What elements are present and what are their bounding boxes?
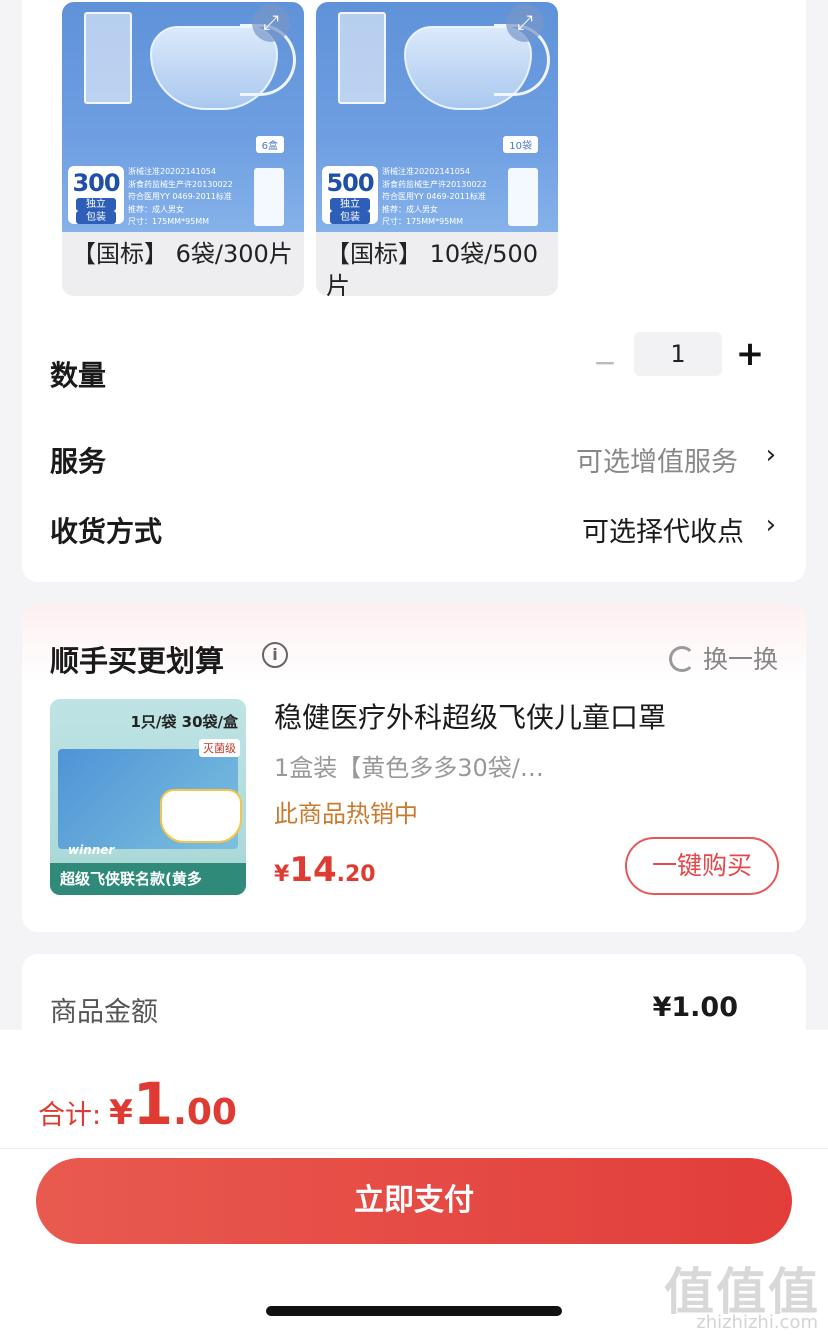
home-indicator[interactable] [266,1306,562,1316]
total-decimal: .00 [173,1092,237,1133]
variant-thumbnail: ⤢ 10袋 500 独立 包装 浙械注准20202141054 浙食药监械生产许… [316,2,558,232]
info-line: 尺寸：175MM*95MM [128,217,210,226]
badge-sub-1: 独立 [76,198,116,211]
info-line: 尺寸：175MM*95MM [382,217,464,226]
total-label: 合计: [38,1100,102,1131]
package-illustration [84,12,132,104]
service-label: 服务 [50,445,107,478]
price-decimal: .20 [336,862,376,887]
quantity-label: 数量 [50,359,107,392]
quantity-input[interactable]: 1 [634,332,722,376]
goods-amount-label: 商品金额 [50,997,158,1028]
refresh-icon [668,646,695,672]
badge-number: 500 [326,169,374,197]
info-line: 浙械注准20202141054 [128,167,216,176]
watermark-url: zhizhizhi.com [696,1312,818,1333]
variant-label: 【国标】 6袋/300片 [72,240,293,268]
total-integer: 1 [132,1070,174,1138]
package-illustration [338,12,386,104]
product-price: ¥14.20 [274,850,376,890]
variant-label: 【国标】 10袋/500片 [326,240,539,296]
count-tag: 10袋 [503,136,538,153]
delivery-label: 收货方式 [50,515,163,548]
product-info-text: 浙械注准20202141054 浙食药监械生产许20130022 符合医用YY … [128,166,250,229]
badge-sub-2: 包装 [330,211,370,224]
product-name[interactable]: 稳健医疗外科超级飞侠儿童口罩 [274,696,666,736]
product-info-text: 浙械注准20202141054 浙食药监械生产许20130022 符合医用YY … [382,166,504,229]
image-top-text: 1只/袋 30袋/盒 [130,713,239,731]
quantity-increment-button[interactable]: + [734,337,766,371]
checkout-bar: 合计: ¥1.00 立即支付 值值值 zhizhizhi.com [0,1030,828,1335]
goods-amount-value: ¥1.00 [652,992,738,1023]
refresh-button[interactable]: 换一换 [668,640,778,676]
price-currency: ¥ [274,862,290,887]
spec-card: ⤢ 6盒 300 独立 包装 浙械注准20202141054 浙食药监械生产许2… [22,0,806,582]
product-description: 1盒装【黄色多多30袋/… [274,754,544,782]
variant-thumbnail: ⤢ 6盒 300 独立 包装 浙械注准20202141054 浙食药监械生产许2… [62,2,304,232]
count-tag: 6盒 [255,136,284,153]
info-line: 符合医用YY 0469-2011标准 [128,192,232,201]
info-line: 浙食药监械生产许20130022 [128,179,233,189]
expand-icon[interactable]: ⤢ [506,4,544,42]
total-currency: ¥ [109,1093,133,1133]
image-brand: winner [68,843,115,857]
info-line: 浙械注准20202141054 [382,167,470,176]
delivery-value: 可选择代收点 [582,517,744,548]
product-hot-label: 此商品热销中 [274,800,418,828]
upsell-card: 顺手买更划算 i 换一换 1只/袋 30袋/盒 灭菌级 winner 超级飞侠联… [22,604,806,932]
quantity-decrement-button[interactable]: − [590,348,620,378]
quantity-badge: 500 独立 包装 [322,166,378,224]
info-line: 符合医用YY 0469-2011标准 [382,192,486,201]
expand-icon[interactable]: ⤢ [252,4,290,42]
variant-option-500[interactable]: ⤢ 10袋 500 独立 包装 浙械注准20202141054 浙食药监械生产许… [316,2,558,296]
image-mask-illustration [160,789,242,843]
variant-option-300[interactable]: ⤢ 6盒 300 独立 包装 浙械注准20202141054 浙食药监械生产许2… [62,2,304,296]
quantity-badge: 300 独立 包装 [68,166,124,224]
chevron-right-icon: › [765,440,776,470]
badge-sub-1: 独立 [330,198,370,211]
divider [0,1148,828,1149]
total-amount: 合计: ¥1.00 [38,1070,237,1138]
service-value: 可选增值服务 [576,447,738,478]
box-illustration [254,168,284,226]
info-line: 浙食药监械生产许20130022 [382,179,487,189]
badge-sub-2: 包装 [76,211,116,224]
refresh-label: 换一换 [702,645,778,674]
one-click-buy-button[interactable]: 一键购买 [625,837,779,895]
pay-now-button[interactable]: 立即支付 [36,1158,792,1244]
box-illustration [508,168,538,226]
info-icon[interactable]: i [262,642,288,668]
upsell-title: 顺手买更划算 [50,644,225,678]
info-line: 推荐：成人男女 [382,204,438,214]
info-line: 推荐：成人男女 [128,204,184,214]
price-integer: 14 [289,850,337,890]
image-tag: 灭菌级 [199,739,240,757]
badge-number: 300 [72,169,120,197]
product-image[interactable]: 1只/袋 30袋/盒 灭菌级 winner 超级飞侠联名款(黄多多)~1盒 [50,699,246,895]
chevron-right-icon: › [765,510,776,540]
image-bottom-text: 超级飞侠联名款(黄多多)~1盒 [50,863,246,895]
